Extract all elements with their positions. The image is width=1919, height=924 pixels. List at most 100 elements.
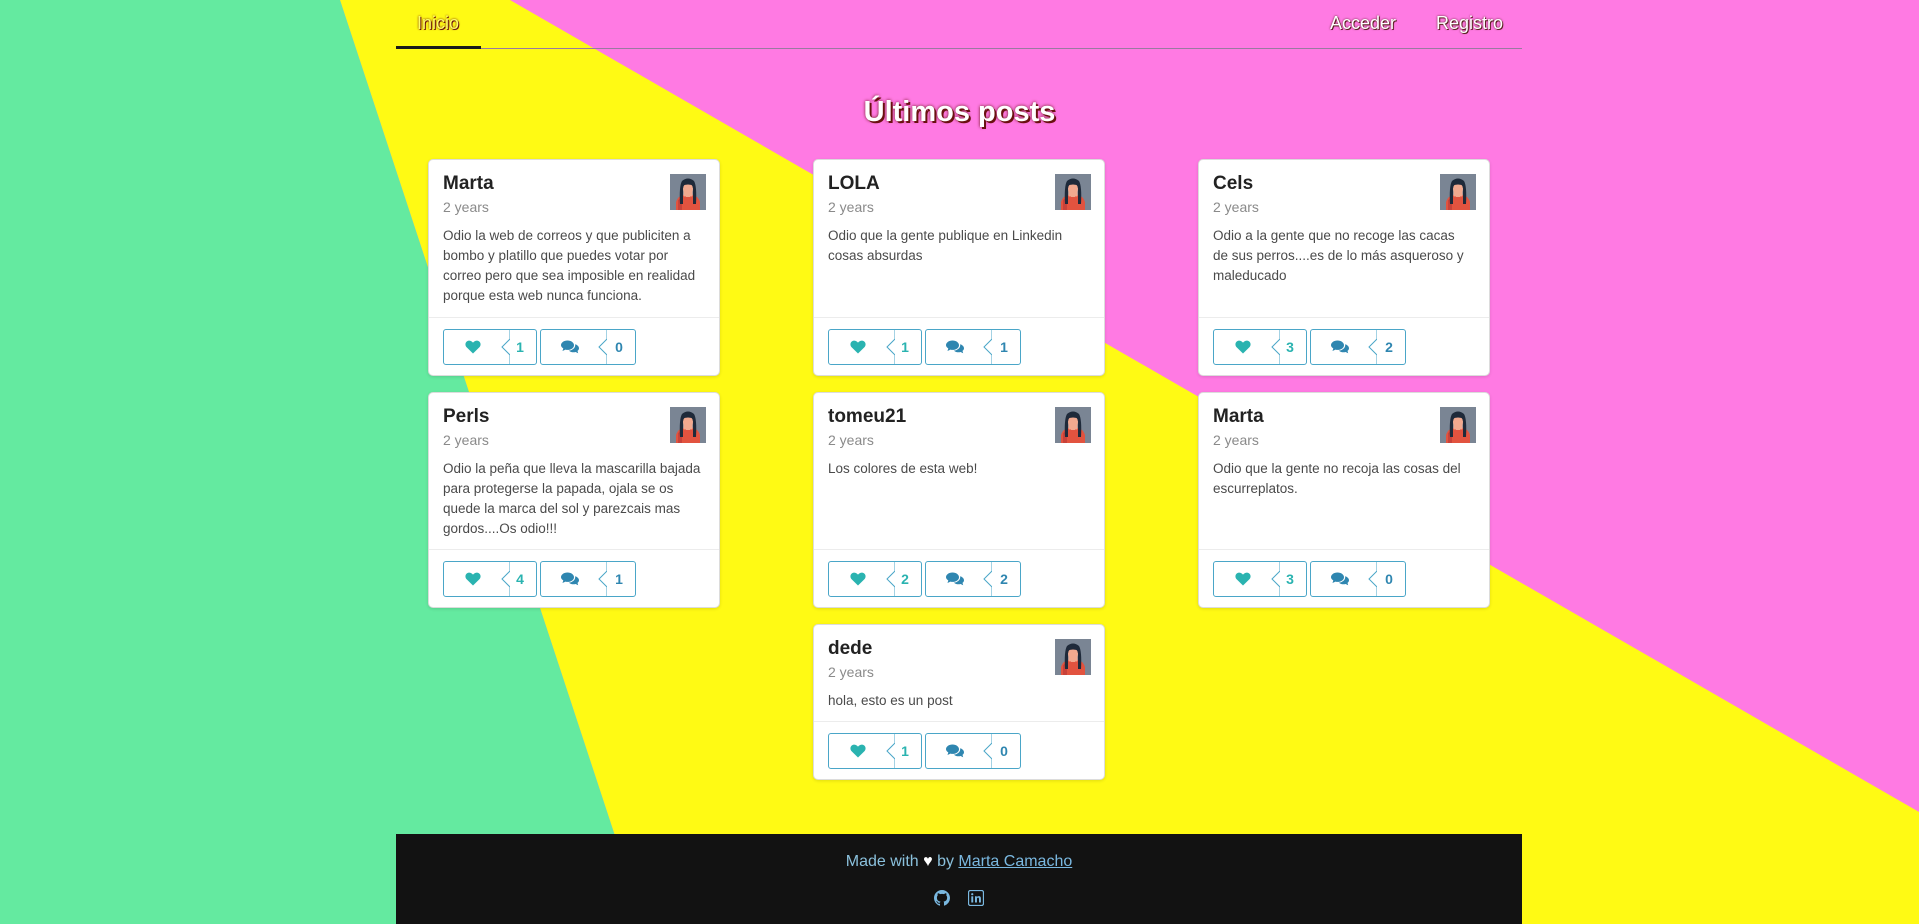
nav-register-link[interactable]: Registro: [1436, 13, 1503, 34]
comment-button[interactable]: 0: [1310, 561, 1406, 597]
like-button-icon-area: [444, 562, 502, 596]
like-count: 3: [1286, 339, 1294, 355]
comments-icon: [946, 744, 964, 758]
post-content: Odio la peña que lleva la mascarilla baj…: [443, 461, 701, 536]
post-author: Cels: [1213, 173, 1254, 194]
post-card: Cels 2 years Odio a la gente que no reco…: [1198, 159, 1490, 376]
like-button[interactable]: 1: [443, 329, 537, 365]
post-timestamp: 2 years: [1213, 432, 1259, 448]
like-button-icon-area: [829, 734, 887, 768]
comments-icon: [946, 340, 964, 354]
post-content: Odio que la gente no recoja las cosas de…: [1213, 461, 1461, 496]
nav-home-link[interactable]: Inicio: [396, 13, 480, 34]
post-author: dede: [828, 638, 873, 659]
footer-made-with: Made with: [845, 853, 919, 870]
post-card-footer: 1 0: [814, 721, 1104, 779]
post-card: Marta 2 years Odio que la gente no recoj…: [1198, 392, 1490, 608]
like-button[interactable]: 2: [828, 561, 922, 597]
comment-button-icon-area: [1311, 330, 1369, 364]
comment-count: 0: [1000, 743, 1008, 759]
linkedin-icon[interactable]: [968, 889, 985, 906]
post-author: tomeu21: [828, 406, 907, 427]
comments-icon: [1331, 572, 1349, 586]
avatar: [1055, 174, 1091, 210]
nav-login-link[interactable]: Acceder: [1330, 13, 1396, 34]
heart-icon: [465, 572, 481, 586]
footer-credit: Made with ♥ by Marta Camacho: [396, 853, 1522, 871]
post-content: Odio que la gente publique en Linkedin c…: [828, 228, 1063, 263]
post-card-body: LOLA 2 years Odio que la gente publique …: [814, 160, 1104, 266]
heart-icon: [465, 340, 481, 354]
comment-count: 1: [1000, 339, 1008, 355]
post-card: Perls 2 years Odio la peña que lleva la …: [428, 392, 720, 608]
like-button[interactable]: 1: [828, 329, 922, 365]
comment-button[interactable]: 1: [540, 561, 636, 597]
post-timestamp: 2 years: [828, 432, 874, 448]
post-card-footer: 2 2: [814, 549, 1104, 607]
avatar: [670, 174, 706, 210]
post-card-body: Cels 2 years Odio a la gente que no reco…: [1199, 160, 1489, 286]
comment-button[interactable]: 2: [925, 561, 1021, 597]
like-count: 1: [901, 743, 909, 759]
comments-icon: [561, 572, 579, 586]
comment-count: 0: [1385, 571, 1393, 587]
heart-icon: [850, 572, 866, 586]
nav-active-indicator: [396, 46, 481, 49]
post-timestamp: 2 years: [828, 199, 874, 215]
like-count: 1: [901, 339, 909, 355]
navbar: Inicio Acceder Registro: [396, 0, 1522, 49]
like-button[interactable]: 1: [828, 733, 922, 769]
comment-count: 2: [1385, 339, 1393, 355]
like-count: 3: [1286, 571, 1294, 587]
like-button-icon-area: [1214, 562, 1272, 596]
comment-button[interactable]: 2: [1310, 329, 1406, 365]
heart-icon: ♥: [923, 853, 933, 870]
comment-button[interactable]: 0: [540, 329, 636, 365]
like-button-icon-area: [444, 330, 502, 364]
comment-button[interactable]: 0: [925, 733, 1021, 769]
like-button-icon-area: [829, 330, 887, 364]
heart-icon: [1235, 572, 1251, 586]
post-content: Odio la web de correos y que publiciten …: [443, 228, 696, 303]
post-card: LOLA 2 years Odio que la gente publique …: [813, 159, 1105, 376]
like-count: 1: [516, 339, 524, 355]
github-icon[interactable]: [933, 889, 950, 906]
post-content: Los colores de esta web!: [828, 461, 978, 476]
like-button-icon-area: [829, 562, 887, 596]
post-card-footer: 3 2: [1199, 317, 1489, 375]
post-card: dede 2 years hola, esto es un post 1 0: [813, 624, 1105, 780]
avatar: [1440, 407, 1476, 443]
heart-icon: [850, 744, 866, 758]
comment-button-icon-area: [541, 562, 599, 596]
footer-author-link[interactable]: Marta Camacho: [958, 853, 1072, 870]
comment-count: 0: [615, 339, 623, 355]
post-card-footer: 1 0: [429, 317, 719, 375]
post-card-footer: 1 1: [814, 317, 1104, 375]
comment-button[interactable]: 1: [925, 329, 1021, 365]
post-card-body: Marta 2 years Odio que la gente no recoj…: [1199, 393, 1489, 499]
post-card: tomeu21 2 years Los colores de esta web!: [813, 392, 1105, 608]
post-timestamp: 2 years: [828, 664, 874, 680]
post-card-body: dede 2 years hola, esto es un post: [814, 625, 1104, 711]
heart-icon: [1235, 340, 1251, 354]
post-timestamp: 2 years: [443, 432, 489, 448]
post-card-footer: 4 1: [429, 549, 719, 607]
post-card-body: Perls 2 years Odio la peña que lleva la …: [429, 393, 719, 539]
avatar: [670, 407, 706, 443]
like-count: 4: [516, 571, 524, 587]
comments-icon: [561, 340, 579, 354]
page: Inicio Acceder Registro Últimos posts Ma…: [0, 0, 1919, 924]
like-count: 2: [901, 571, 909, 587]
heart-icon: [850, 340, 866, 354]
like-button[interactable]: 4: [443, 561, 537, 597]
post-content: hola, esto es un post: [828, 693, 953, 708]
comment-button-icon-area: [1311, 562, 1369, 596]
comment-button-icon-area: [926, 562, 984, 596]
post-card-body: Marta 2 years Odio la web de correos y q…: [429, 160, 719, 306]
like-button[interactable]: 3: [1213, 329, 1307, 365]
comments-icon: [1331, 340, 1349, 354]
avatar: [1440, 174, 1476, 210]
comments-icon: [946, 572, 964, 586]
like-button[interactable]: 3: [1213, 561, 1307, 597]
comment-button-icon-area: [926, 734, 984, 768]
